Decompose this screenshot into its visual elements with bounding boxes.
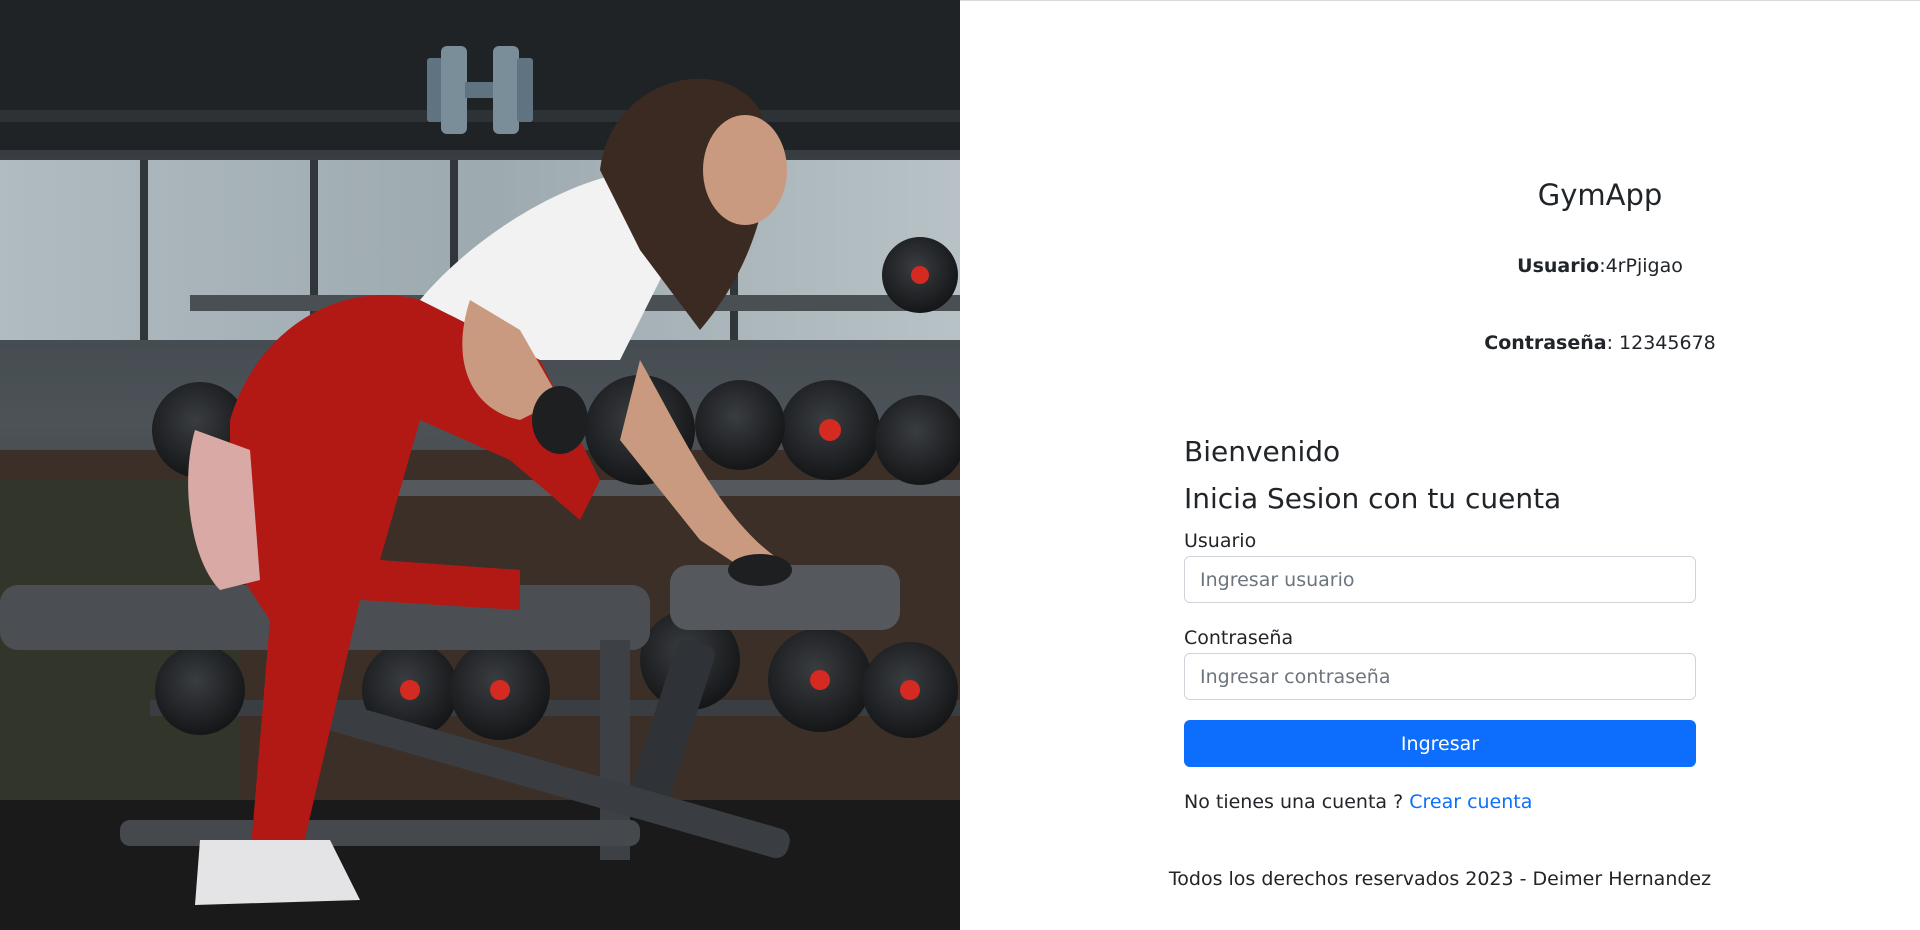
login-page: GymApp Usuario:4rPjigao Contraseña: 1234… bbox=[0, 0, 1920, 930]
demo-password-label: Contraseña bbox=[1484, 332, 1607, 354]
signup-prompt: No tienes una cuenta ? Crear cuenta bbox=[1184, 791, 1696, 813]
signup-text: No tienes una cuenta ? bbox=[1184, 791, 1410, 813]
password-input[interactable] bbox=[1184, 653, 1696, 700]
welcome-heading: Bienvenido bbox=[1184, 435, 1341, 468]
username-group: Usuario bbox=[1184, 530, 1696, 603]
dumbbell-icon bbox=[427, 46, 533, 134]
demo-username-value: :4rPjigao bbox=[1599, 255, 1683, 277]
login-button[interactable]: Ingresar bbox=[1184, 720, 1696, 767]
password-group: Contraseña bbox=[1184, 627, 1696, 700]
create-account-link[interactable]: Crear cuenta bbox=[1409, 791, 1532, 813]
login-panel: GymApp Usuario:4rPjigao Contraseña: 1234… bbox=[427, 0, 1920, 930]
gym-illustration bbox=[0, 0, 960, 930]
username-label: Usuario bbox=[1184, 530, 1257, 552]
demo-username-hint: Usuario:4rPjigao bbox=[1300, 255, 1900, 277]
footer-copyright: Todos los derechos reservados 2023 - Dei… bbox=[1168, 868, 1712, 890]
app-title: GymApp bbox=[1537, 178, 1663, 212]
demo-username-label: Usuario bbox=[1517, 255, 1600, 277]
login-subtitle: Inicia Sesion con tu cuenta bbox=[1184, 482, 1562, 515]
username-input[interactable] bbox=[1184, 556, 1696, 603]
password-label: Contraseña bbox=[1184, 627, 1294, 649]
demo-password-hint: Contraseña: 12345678 bbox=[1300, 332, 1900, 354]
login-form: Bienvenido Inicia Sesion con tu cuenta U… bbox=[1184, 428, 1696, 813]
demo-password-value: : 12345678 bbox=[1606, 332, 1716, 354]
hero-photo bbox=[0, 0, 960, 930]
